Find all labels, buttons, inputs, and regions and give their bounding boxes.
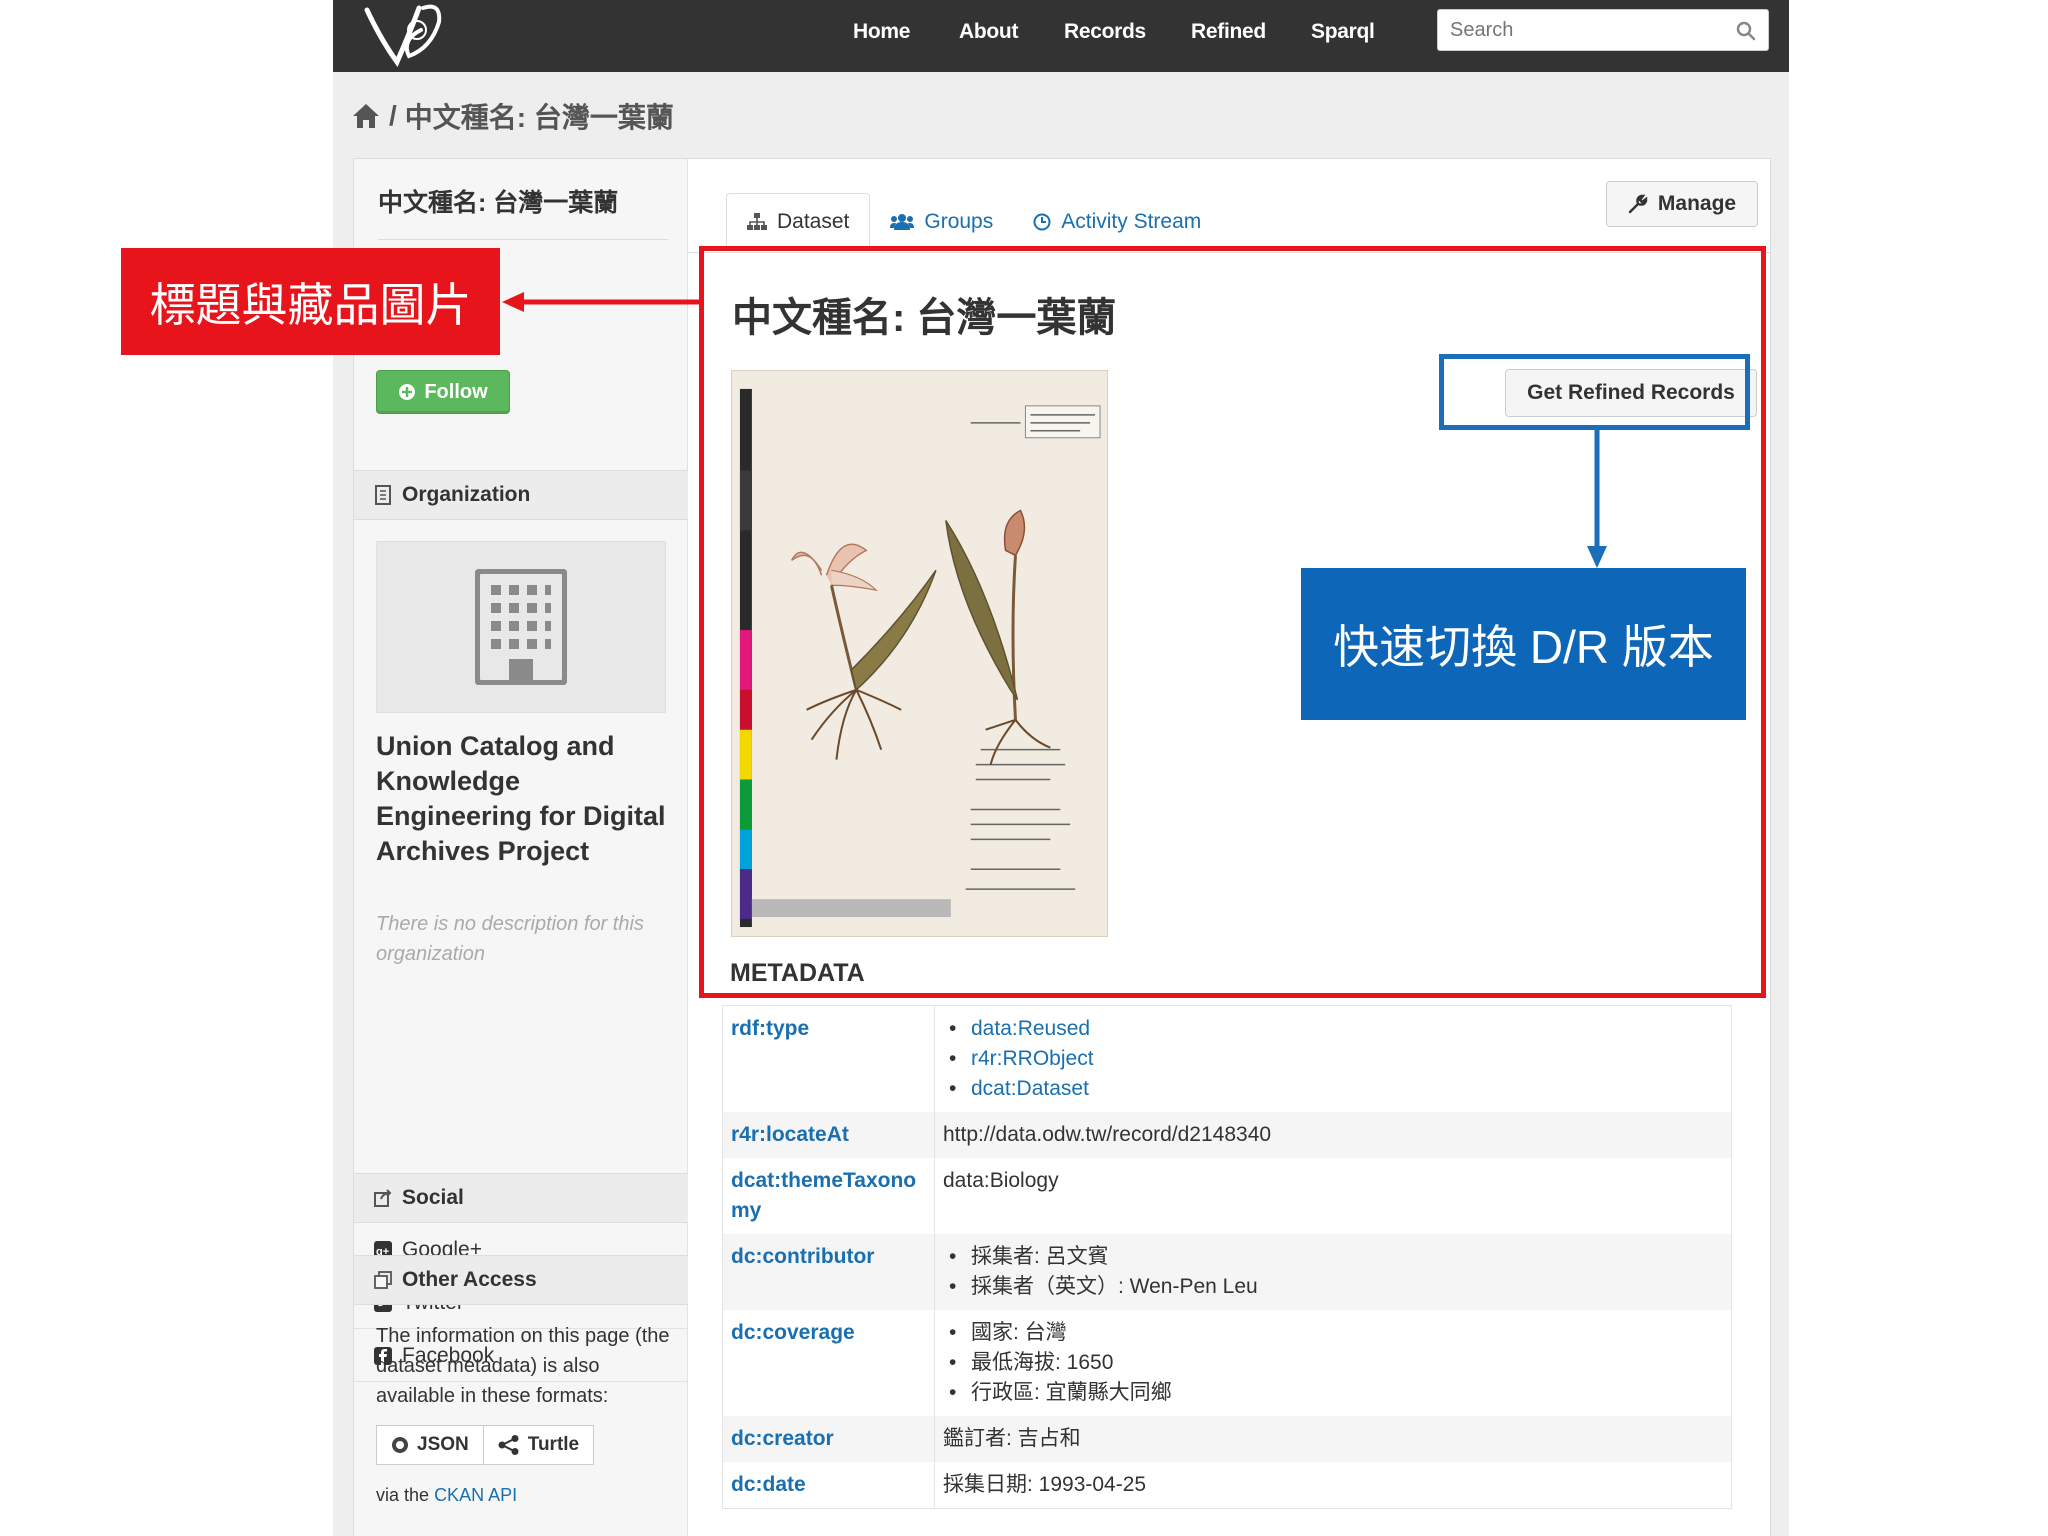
table-row: dc:contributor 採集者: 呂文賓 採集者（英文）: Wen-Pen… [722, 1234, 1732, 1310]
social-heading-label: Social [402, 1186, 464, 1209]
search-box [1437, 9, 1769, 51]
blue-annotation-label: 快速切換 D/R 版本 [1301, 568, 1746, 720]
other-access-text: The information on this page (the datase… [376, 1325, 670, 1407]
share-nodes-icon [498, 1435, 519, 1455]
list-item[interactable]: dcat:Dataset [943, 1074, 1723, 1104]
list-item[interactable]: data:Reused [943, 1014, 1723, 1044]
manage-button[interactable]: Manage [1606, 181, 1758, 227]
tab-label: Dataset [777, 210, 850, 233]
wrench-icon [1628, 194, 1648, 214]
organization-name[interactable]: Union Catalog and Knowledge Engineering … [376, 729, 676, 869]
turtle-button[interactable]: Turtle [483, 1425, 595, 1465]
clock-icon [1033, 213, 1051, 231]
sitemap-icon [747, 213, 767, 230]
tab-activity-stream[interactable]: Activity Stream [1013, 193, 1221, 251]
metadata-value: data:Reused r4r:RRObject dcat:Dataset [935, 1006, 1732, 1113]
metadata-key[interactable]: dc:date [722, 1462, 935, 1509]
metadata-value: 採集日期: 1993-04-25 [943, 1473, 1147, 1496]
metadata-key[interactable]: rdf:type [722, 1005, 935, 1112]
copy-icon [374, 1271, 392, 1289]
via-prefix: via the [376, 1485, 430, 1505]
building-icon [375, 485, 391, 505]
table-row: rdf:type data:Reused r4r:RRObject dcat:D… [722, 1005, 1732, 1113]
organization-description: There is no description for this organiz… [376, 913, 644, 965]
sidebar-title: 中文種名: 台灣一葉蘭 [378, 189, 619, 217]
top-navbar: Home About Records Refined Sparql [333, 0, 1789, 72]
site-logo[interactable] [361, 0, 461, 70]
breadcrumb-separator: / [389, 100, 397, 131]
sidebar: 中文種名: 台灣一葉蘭 Follow Organization Union Ca… [354, 159, 688, 1536]
users-icon [890, 214, 915, 230]
nav-refined[interactable]: Refined [1191, 20, 1266, 44]
follow-label: Follow [424, 380, 488, 403]
metadata-key[interactable]: r4r:locateAt [722, 1112, 935, 1158]
metadata-value: 鑑訂者: 吉占和 [934, 1416, 1732, 1462]
table-row: dcat:themeTaxonomy data:Biology [722, 1158, 1732, 1234]
metadata-value: 採集者: 呂文賓 採集者（英文）: Wen-Pen Leu [934, 1234, 1732, 1310]
metadata-value-link[interactable]: http://data.odw.tw/record/d2148340 [934, 1112, 1732, 1158]
metadata-key[interactable]: dc:coverage [722, 1310, 935, 1416]
list-item: 採集者: 呂文賓 [943, 1242, 1723, 1272]
follow-button[interactable]: Follow [376, 370, 510, 414]
tab-bar: Dataset Groups Activity Stream [726, 193, 1221, 253]
search-input[interactable] [1450, 16, 1720, 44]
json-label: JSON [417, 1434, 469, 1455]
table-row: dc:date 採集日期: 1993-04-25 [722, 1462, 1732, 1509]
organization-heading-label: Organization [402, 483, 531, 506]
table-row: dc:creator 鑑訂者: 吉占和 [722, 1416, 1732, 1462]
other-access-heading: Other Access [354, 1255, 688, 1305]
breadcrumb: / 中文種名: 台灣一葉蘭 [351, 96, 674, 136]
nav-sparql[interactable]: Sparql [1311, 20, 1375, 44]
building-icon [475, 569, 567, 685]
metadata-key[interactable]: dc:creator [722, 1416, 935, 1462]
metadata-table: rdf:type data:Reused r4r:RRObject dcat:D… [722, 1005, 1732, 1509]
format-buttons: JSON Turtle [376, 1425, 595, 1465]
nav-home[interactable]: Home [853, 20, 910, 44]
nav-records[interactable]: Records [1064, 20, 1146, 44]
home-icon[interactable] [351, 102, 381, 130]
metadata-key[interactable]: dcat:themeTaxonomy [722, 1158, 935, 1234]
red-annotation-label: 標題與藏品圖片 [121, 248, 500, 355]
manage-label: Manage [1657, 192, 1737, 215]
social-heading: Social [354, 1173, 688, 1223]
tab-groups[interactable]: Groups [870, 193, 1013, 251]
tab-dataset[interactable]: Dataset [726, 193, 871, 251]
nav-about[interactable]: About [959, 20, 1018, 44]
table-row: dc:coverage 國家: 台灣 最低海拔: 1650 行政區: 宜蘭縣大同… [722, 1310, 1732, 1416]
list-item: 採集者（英文）: Wen-Pen Leu [943, 1272, 1723, 1302]
divider [378, 239, 668, 240]
json-icon [392, 1437, 408, 1453]
table-row: r4r:locateAt http://data.odw.tw/record/d… [722, 1112, 1732, 1158]
via-api-text: via the CKAN API [376, 1485, 517, 1506]
list-item: 國家: 台灣 [943, 1318, 1723, 1348]
other-access-heading-label: Other Access [402, 1268, 537, 1291]
metadata-value-link[interactable]: data:Biology [935, 1158, 1732, 1234]
breadcrumb-current[interactable]: 中文種名: 台灣一葉蘭 [405, 96, 674, 136]
metadata-value: 國家: 台灣 最低海拔: 1650 行政區: 宜蘭縣大同鄉 [935, 1310, 1732, 1416]
search-icon[interactable] [1734, 19, 1758, 43]
list-item: 行政區: 宜蘭縣大同鄉 [943, 1378, 1723, 1408]
list-item: 最低海拔: 1650 [943, 1348, 1723, 1378]
organization-heading: Organization [354, 470, 688, 520]
turtle-label: Turtle [527, 1434, 580, 1455]
tab-label: Groups [924, 210, 994, 233]
ckan-api-link[interactable]: CKAN API [434, 1485, 517, 1505]
metadata-key[interactable]: dc:contributor [722, 1234, 935, 1310]
organization-image[interactable] [376, 541, 666, 713]
tab-label: Activity Stream [1061, 210, 1202, 233]
plus-circle-icon [399, 384, 416, 400]
json-button[interactable]: JSON [376, 1425, 484, 1465]
blue-highlight-box [1439, 354, 1750, 430]
share-icon [374, 1189, 392, 1207]
list-item[interactable]: r4r:RRObject [943, 1044, 1723, 1074]
